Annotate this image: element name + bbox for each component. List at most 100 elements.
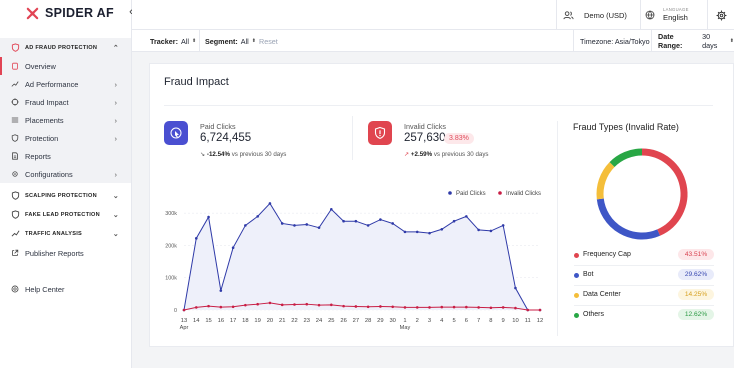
invalid-clicks-point [182, 308, 186, 312]
sidebar-item-label: Overview [25, 61, 56, 71]
section-label: AD FRAUD PROTECTION [25, 44, 98, 51]
paid-clicks-point [428, 231, 431, 235]
sidebar-item-fraud-impact[interactable]: Fraud Impact › [0, 93, 131, 111]
invalid-clicks-point [403, 306, 407, 309]
language-value: English [663, 13, 688, 23]
x-tick-label: 30 [389, 318, 395, 324]
fraud-type-percent-badge: 14.25% [678, 289, 714, 300]
globe-icon [645, 10, 655, 20]
shield-icon [11, 210, 20, 219]
chevron-down-icon: ⌄ [112, 192, 119, 200]
sidebar-item-configurations[interactable]: Configurations › [0, 165, 131, 183]
fraud-type-color-dot [574, 253, 579, 258]
sidebar-item-reports[interactable]: Reports [0, 147, 131, 165]
date-range-label: Date Range: [658, 32, 683, 50]
target-icon [11, 98, 19, 106]
sidebar: SPIDER AF ‹ AD FRAUD PROTECTION ⌃ Overvi… [0, 0, 133, 368]
x-month-label: May [400, 325, 411, 331]
language-selector[interactable]: LANGUAGE English [640, 0, 706, 30]
chevron-right-icon: › [114, 169, 118, 179]
paid-clicks-point [465, 215, 468, 218]
x-tick-label: 7 [477, 318, 480, 324]
chevron-right-icon: › [114, 79, 118, 89]
segment-label: Segment: [205, 36, 238, 46]
reset-filters-link[interactable]: Reset [259, 30, 278, 52]
paid-clicks-point [379, 218, 382, 221]
tracker-filter[interactable]: Tracker: All ⬍ [150, 30, 196, 52]
x-tick-label: 23 [304, 318, 310, 324]
fraud-type-color-dot [574, 293, 579, 298]
segment-value: All [240, 36, 249, 46]
external-link-icon [12, 249, 19, 256]
sidebar-item-help-center[interactable]: Help Center [0, 279, 131, 299]
paid-clicks-point [342, 219, 345, 223]
sidebar-item-protection[interactable]: Protection › [0, 129, 131, 147]
legend-label: Invalid Clicks [506, 191, 541, 197]
segment-filter[interactable]: Segment: All ⬍ [205, 30, 256, 52]
section-fake-lead-protection[interactable]: FAKE LEAD PROTECTION ⌄ [0, 205, 131, 224]
x-tick-label: 11 [525, 318, 531, 324]
chevron-right-icon: › [114, 115, 118, 125]
fraud-type-color-dot [574, 273, 579, 278]
invalid-clicks-point [440, 305, 444, 309]
tracker-value: All [180, 36, 189, 46]
invalid-clicks-point [231, 305, 235, 309]
section-traffic-analysis[interactable]: TRAFFIC ANALYSIS ⌄ [0, 224, 131, 243]
help-icon [11, 285, 19, 293]
legend-swatch [448, 191, 452, 195]
sidebar-nav: AD FRAUD PROTECTION ⌃ Overview Ad Perfor… [0, 38, 131, 299]
x-tick-label: 29 [377, 318, 383, 324]
clicks-line-chart[interactable]: 0100k200k300k13 14 15 16 17 18 19 20 21 22 23 24 25 2… [150, 64, 570, 348]
section-label: TRAFFIC ANALYSIS [25, 230, 83, 237]
paid-clicks-point [256, 215, 259, 218]
trend-icon [11, 81, 19, 87]
invalid-clicks-point [207, 304, 210, 308]
timezone-display: Timezone: Asia/Tokyo [580, 36, 650, 46]
sidebar-item-label: Placements [25, 115, 64, 125]
y-tick-label: 0 [174, 308, 177, 314]
paid-clicks-point [207, 215, 210, 219]
section-label: SCALPING PROTECTION [25, 192, 97, 199]
x-tick-label: 8 [489, 318, 492, 324]
sidebar-item-publisher-reports[interactable]: Publisher Reports [0, 243, 131, 263]
section-label: FAKE LEAD PROTECTION [25, 211, 100, 218]
paid-clicks-point [219, 289, 223, 292]
filter-bar: Tracker: All ⬍ Segment: All ⬍ Reset Time… [132, 30, 734, 52]
paid-clicks-point [440, 227, 444, 231]
x-tick-label: 9 [502, 318, 505, 324]
fraud-type-name: Frequency Cap [583, 251, 631, 258]
x-tick-label: 25 [328, 318, 334, 324]
paid-clicks-point [403, 230, 407, 234]
x-tick-label: 3 [428, 318, 431, 324]
x-tick-label: 4 [440, 318, 444, 324]
sidebar-item-label: Publisher Reports [25, 248, 84, 258]
invalid-clicks-point [501, 306, 505, 309]
legend-swatch [498, 191, 502, 195]
paid-clicks-point [305, 223, 309, 226]
x-tick-label: 13 [181, 318, 187, 324]
list-icon [11, 117, 19, 123]
paid-clicks-point [317, 226, 321, 229]
section-ad-fraud-protection[interactable]: AD FRAUD PROTECTION ⌃ [0, 38, 131, 57]
updown-icon: ⬍ [251, 38, 256, 44]
invalid-clicks-point [428, 306, 431, 309]
top-bar: Demo (USD) LANGUAGE English [132, 0, 734, 30]
x-tick-label: 28 [365, 318, 371, 324]
sidebar-item-label: Reports [25, 151, 51, 161]
section-scalping-protection[interactable]: SCALPING PROTECTION ⌄ [0, 186, 131, 205]
brand-logo[interactable]: SPIDER AF [26, 6, 114, 20]
date-range-selector[interactable]: Date Range: 30 days ⬍ [658, 30, 734, 52]
chevron-right-icon: › [114, 97, 118, 107]
invalid-clicks-point [526, 308, 530, 312]
sidebar-item-ad-performance[interactable]: Ad Performance › [0, 75, 131, 93]
settings-button[interactable] [707, 0, 734, 30]
fraud-type-color-dot [574, 313, 579, 318]
chevron-down-icon: ⌄ [112, 230, 119, 238]
legend-label: Paid Clicks [456, 191, 486, 197]
fraud-types-donut-chart[interactable] [587, 139, 697, 249]
sidebar-item-overview[interactable]: Overview [0, 57, 131, 75]
x-tick-label: 2 [416, 318, 419, 324]
sidebar-item-placements[interactable]: Placements › [0, 111, 131, 129]
fraud-type-row: Frequency Cap 43.51% [574, 249, 714, 263]
donut-slice-bot [596, 198, 661, 240]
